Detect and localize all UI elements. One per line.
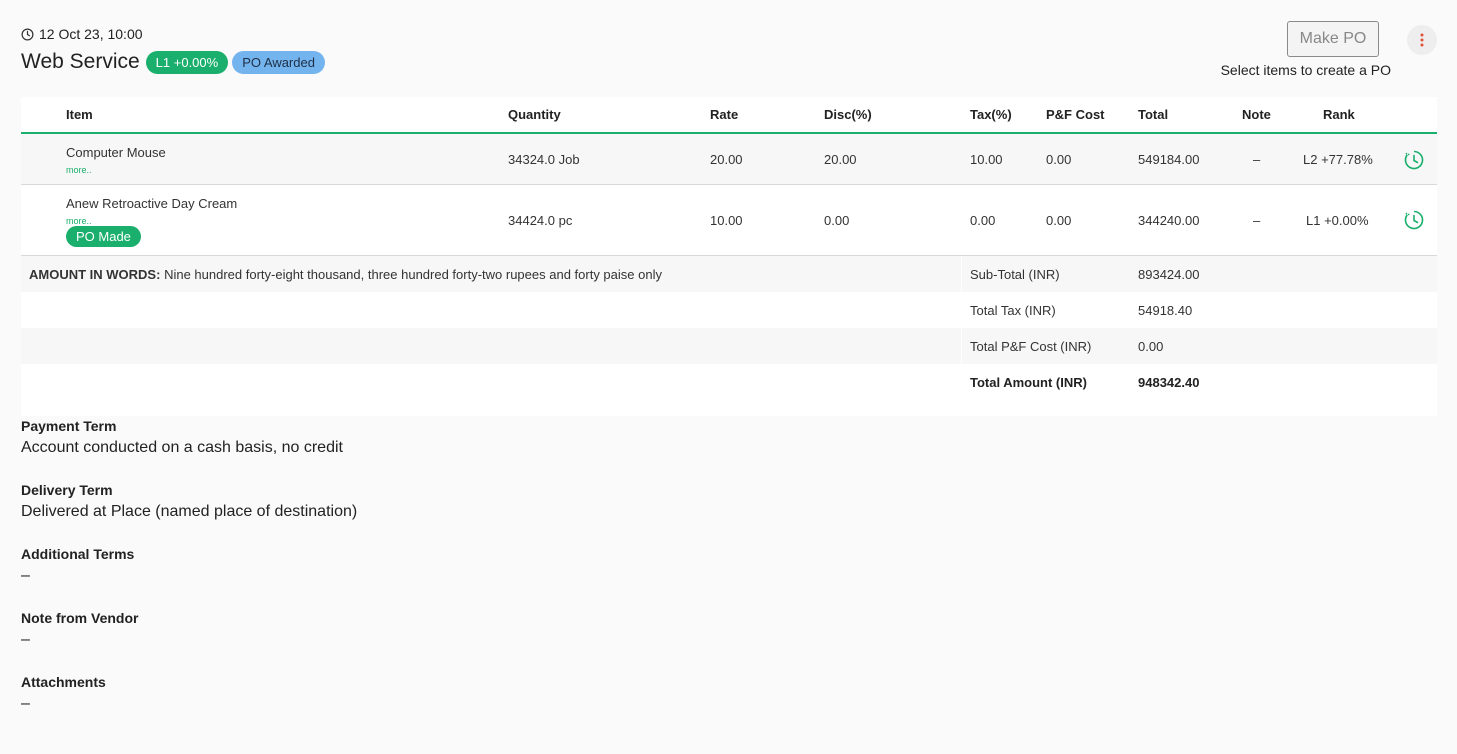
table-row[interactable]: Anew Retroactive Day Cream more.. PO Mad…: [21, 185, 1437, 256]
quote-header: 12 Oct 23, 10:00 Web Service L1 +0.00% P…: [21, 21, 1437, 86]
total-tax-label: Total Tax (INR): [970, 303, 1056, 318]
item-pf-cost: 0.00: [1046, 152, 1072, 167]
total-amount-row: Total Amount (INR) 948342.40: [962, 364, 1437, 400]
col-tax: Tax(%): [970, 107, 1012, 122]
datetime-text: 12 Oct 23, 10:00: [39, 26, 143, 42]
col-item: Item: [66, 107, 93, 122]
col-note: Note: [1242, 107, 1271, 122]
col-rate: Rate: [710, 107, 739, 122]
col-pf-cost: P&F Cost: [1046, 107, 1105, 122]
items-table: Item Quantity Rate Disc(%) Tax(%) P&F Co…: [21, 97, 1437, 416]
more-link[interactable]: more..: [66, 165, 92, 175]
vendor-note-value: –: [21, 631, 30, 648]
total-pf-value: 0.00: [1138, 339, 1164, 354]
history-clock-icon[interactable]: [1404, 210, 1424, 230]
col-rank: Rank: [1323, 107, 1355, 122]
item-disc: 0.00: [824, 213, 850, 228]
clock-icon: [21, 28, 34, 40]
stripe: [21, 292, 961, 328]
attachments: Attachments –: [21, 673, 821, 737]
po-made-badge: PO Made: [66, 226, 141, 247]
total-amount-value: 948342.40: [1138, 375, 1200, 390]
status-badge: PO Awarded: [232, 50, 325, 74]
stripe: [21, 328, 961, 364]
total-amount-label: Total Amount (INR): [970, 375, 1087, 390]
rank-badge: L1 +0.00%: [145, 50, 229, 74]
delivery-term: Delivery Term Delivered at Place (named …: [21, 481, 821, 545]
more-vertical-icon: [1420, 33, 1424, 47]
title-row: Web Service L1 +0.00% PO Awarded: [21, 50, 325, 74]
subtotal-row: Sub-Total (INR) 893424.00: [962, 256, 1437, 293]
total-pf-label: Total P&F Cost (INR): [970, 339, 1092, 354]
item-rank: L1 +0.00%: [1306, 213, 1369, 228]
amount-in-words: AMOUNT IN WORDS: Nine hundred forty-eigh…: [21, 256, 961, 292]
total-tax-row: Total Tax (INR) 54918.40: [962, 292, 1437, 329]
subtotal-value: 893424.00: [1138, 267, 1200, 282]
item-tax: 0.00: [970, 213, 996, 228]
item-note: –: [1253, 152, 1261, 167]
vendor-note: Note from Vendor –: [21, 609, 821, 673]
item-quantity: 34324.0 Job: [508, 152, 580, 167]
payment-term-label: Payment Term: [21, 418, 117, 434]
stripe: [21, 364, 961, 400]
item-total: 549184.00: [1138, 152, 1200, 167]
delivery-term-label: Delivery Term: [21, 482, 113, 498]
additional-terms-value: –: [21, 567, 30, 584]
item-pf-cost: 0.00: [1046, 213, 1072, 228]
attachments-value: –: [21, 695, 30, 712]
item-name: Anew Retroactive Day Cream: [66, 196, 238, 211]
attachments-label: Attachments: [21, 674, 106, 690]
page-title: Web Service: [21, 50, 140, 73]
terms-section: Payment Term Account conducted on a cash…: [21, 417, 821, 737]
additional-terms: Additional Terms –: [21, 545, 821, 609]
amount-words-label: AMOUNT IN WORDS:: [29, 267, 161, 282]
payment-term-value: Account conducted on a cash basis, no cr…: [21, 439, 343, 456]
more-menu-button[interactable]: [1407, 25, 1437, 55]
item-tax: 10.00: [970, 152, 1003, 167]
col-disc: Disc(%): [824, 107, 872, 122]
item-rate: 10.00: [710, 213, 743, 228]
more-link[interactable]: more..: [66, 216, 92, 226]
item-rank: L2 +77.78%: [1303, 152, 1373, 167]
history-clock-icon[interactable]: [1404, 150, 1424, 170]
make-po-button[interactable]: Make PO: [1287, 21, 1379, 57]
select-items-hint: Select items to create a PO: [1220, 62, 1391, 78]
item-disc: 20.00: [824, 152, 857, 167]
payment-term: Payment Term Account conducted on a cash…: [21, 417, 821, 481]
vendor-note-label: Note from Vendor: [21, 610, 139, 626]
subtotal-label: Sub-Total (INR): [970, 267, 1060, 282]
item-quantity: 34424.0 pc: [508, 213, 573, 228]
amount-words-value: Nine hundred forty-eight thousand, three…: [164, 267, 662, 282]
col-total: Total: [1138, 107, 1169, 122]
table-row[interactable]: Computer Mouse more.. 34324.0 Job 20.00 …: [21, 134, 1437, 185]
item-note: –: [1253, 213, 1261, 228]
item-total: 344240.00: [1138, 213, 1200, 228]
table-header: Item Quantity Rate Disc(%) Tax(%) P&F Co…: [21, 97, 1437, 134]
totals-summary: AMOUNT IN WORDS: Nine hundred forty-eigh…: [21, 256, 1437, 416]
delivery-term-value: Delivered at Place (named place of desti…: [21, 503, 358, 520]
total-pf-row: Total P&F Cost (INR) 0.00: [962, 328, 1437, 365]
col-quantity: Quantity: [508, 107, 561, 122]
additional-terms-label: Additional Terms: [21, 546, 135, 562]
total-tax-value: 54918.40: [1138, 303, 1193, 318]
datetime: 12 Oct 23, 10:00: [21, 26, 143, 42]
item-rate: 20.00: [710, 152, 743, 167]
item-name: Computer Mouse: [66, 145, 166, 160]
